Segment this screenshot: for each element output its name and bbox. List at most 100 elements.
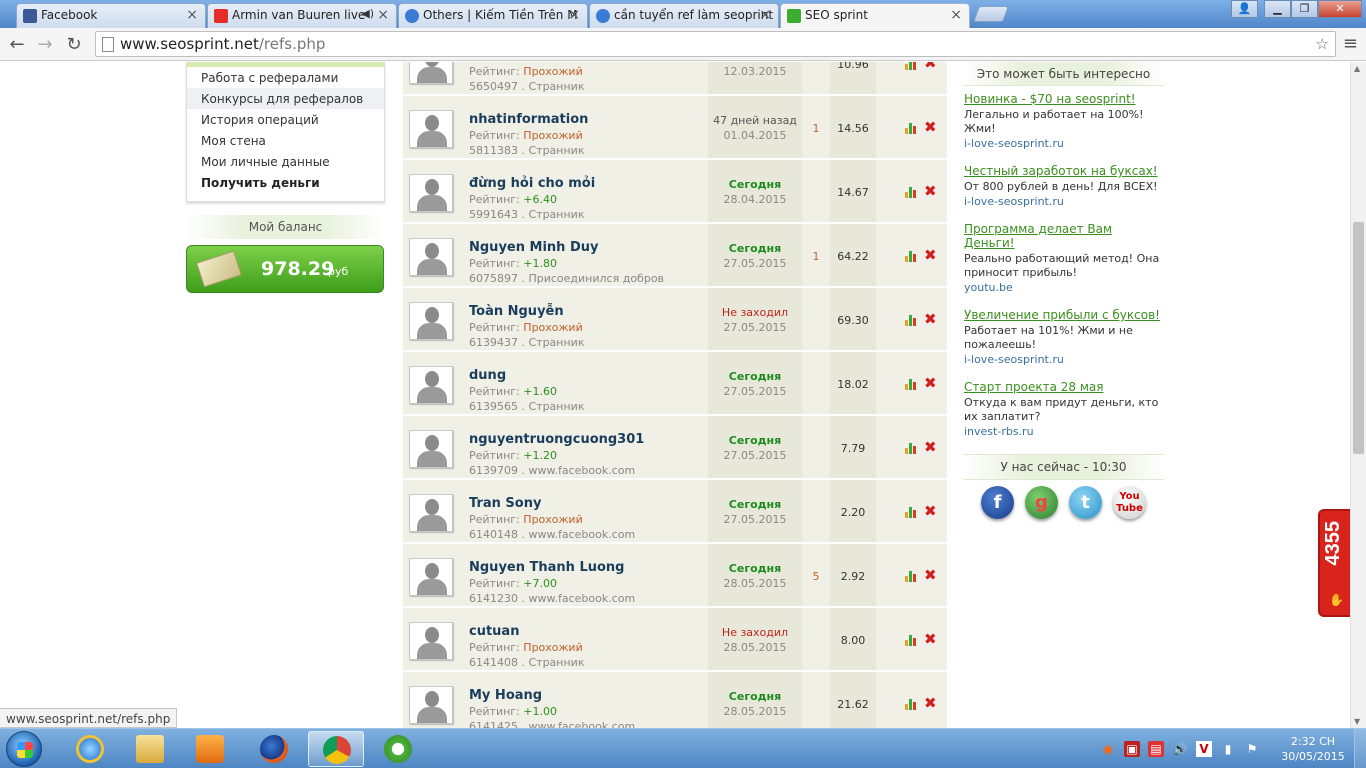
avatar[interactable] (409, 430, 453, 468)
tab-youtube[interactable]: Armin van Buuren live ◀) × (207, 3, 397, 28)
show-desktop-button[interactable] (1354, 729, 1366, 768)
ad-link[interactable]: Старт проекта 28 мая (964, 380, 1163, 394)
tab-facebook[interactable]: Facebook × (16, 3, 206, 28)
referral-name[interactable]: Toàn Nguyễn (469, 304, 564, 319)
delete-icon[interactable]: ✖ (924, 118, 937, 136)
referral-name[interactable]: dung (469, 368, 506, 383)
new-tab-button[interactable] (973, 6, 1009, 22)
avatar[interactable] (409, 110, 453, 148)
bar-chart-icon[interactable] (905, 379, 918, 390)
forward-icon[interactable]: → (34, 34, 56, 55)
tab-can-tuyen[interactable]: cần tuyển ref làm seoprint × (589, 3, 779, 28)
tray-record-icon[interactable]: ▤ (1148, 741, 1164, 757)
delete-icon[interactable]: ✖ (924, 630, 937, 648)
tray-v-icon[interactable]: V (1196, 741, 1212, 757)
taskbar-media[interactable] (182, 731, 238, 767)
ad-url[interactable]: invest-rbs.ru (964, 425, 1163, 438)
taskbar-explorer[interactable] (122, 731, 178, 767)
ad-url[interactable]: i-love-seosprint.ru (964, 195, 1163, 208)
side-counter-badge[interactable]: 4355 ✋ (1318, 509, 1350, 617)
referral-name[interactable]: cutuan (469, 624, 519, 639)
referral-name[interactable]: Tran Sony (469, 496, 541, 511)
ad-url[interactable]: i-love-seosprint.ru (964, 353, 1163, 366)
avatar[interactable] (409, 558, 453, 596)
avatar[interactable] (409, 62, 453, 84)
menu-item-referral-work[interactable]: Работа с рефералами (187, 67, 384, 88)
ad-link[interactable]: Честный заработок на буксах! (964, 164, 1163, 178)
referral-name[interactable]: My Hoang (469, 688, 542, 703)
ad-link[interactable]: Новинка - $70 на seosprint! (964, 92, 1163, 106)
bar-chart-icon[interactable] (905, 699, 918, 710)
bar-chart-icon[interactable] (905, 315, 918, 326)
tab-seosprint[interactable]: SEO sprint × (780, 3, 970, 28)
bar-chart-icon[interactable] (905, 635, 918, 646)
balance-button[interactable]: 978.29 руб (186, 245, 384, 293)
facebook-icon[interactable]: f (981, 486, 1014, 519)
bar-chart-icon[interactable] (905, 62, 918, 70)
delete-icon[interactable]: ✖ (924, 182, 937, 200)
taskbar-coccoc[interactable] (370, 731, 426, 767)
volume-icon[interactable]: 🔊 (1172, 741, 1188, 757)
google-plus-icon[interactable]: g (1025, 486, 1058, 519)
close-icon[interactable]: × (950, 7, 962, 23)
delete-icon[interactable]: ✖ (924, 246, 937, 264)
start-button[interactable] (6, 731, 42, 767)
taskbar-chrome[interactable] (308, 731, 364, 767)
scroll-up-icon[interactable]: ▲ (1354, 64, 1360, 73)
referral-name[interactable]: Nguyen Thanh Luong (469, 560, 624, 575)
menu-item-personal-data[interactable]: Мои личные данные (187, 151, 384, 172)
bar-chart-icon[interactable] (905, 507, 918, 518)
delete-icon[interactable]: ✖ (924, 374, 937, 392)
bar-chart-icon[interactable] (905, 571, 918, 582)
avatar[interactable] (409, 366, 453, 404)
bar-chart-icon[interactable] (905, 443, 918, 454)
avatar[interactable] (409, 238, 453, 276)
youtube-icon[interactable]: You Tube (1113, 486, 1146, 519)
delete-icon[interactable]: ✖ (924, 502, 937, 520)
ad-url[interactable]: youtu.be (964, 281, 1163, 294)
restore-button[interactable]: ❐ (1291, 0, 1318, 18)
reload-icon[interactable]: ↻ (63, 34, 85, 55)
close-icon[interactable]: × (186, 7, 198, 23)
delete-icon[interactable]: ✖ (924, 310, 937, 328)
clock[interactable]: 2:32 CH 30/05/2015 (1280, 734, 1346, 764)
ad-url[interactable]: i-love-seosprint.ru (964, 137, 1163, 150)
user-icon[interactable]: 👤 (1231, 0, 1258, 18)
network-icon[interactable]: ▮ (1220, 741, 1236, 757)
minimize-button[interactable]: ▁ (1264, 0, 1291, 18)
bar-chart-icon[interactable] (905, 187, 918, 198)
ad-link[interactable]: Программа делает Вам Деньги! (964, 222, 1163, 250)
delete-icon[interactable]: ✖ (924, 566, 937, 584)
scroll-down-icon[interactable]: ▼ (1354, 717, 1360, 726)
avatar[interactable] (409, 686, 453, 724)
tab-others[interactable]: Others | Kiếm Tiền Trên M × (398, 3, 588, 28)
close-icon[interactable]: × (568, 7, 580, 23)
delete-icon[interactable]: ✖ (924, 62, 937, 72)
back-icon[interactable]: ← (6, 34, 28, 55)
delete-icon[interactable]: ✖ (924, 438, 937, 456)
address-bar[interactable]: www.seosprint.net/refs.php ☆ (95, 31, 1336, 57)
close-icon[interactable]: × (759, 7, 771, 23)
taskbar-ie[interactable] (62, 731, 118, 767)
delete-icon[interactable]: ✖ (924, 694, 937, 712)
tray-app-icon[interactable]: ◉ (1100, 741, 1116, 757)
referral-name[interactable]: Nguyen Minh Duy (469, 240, 598, 255)
menu-item-history[interactable]: История операций (187, 109, 384, 130)
window-close-button[interactable]: ✕ (1318, 0, 1362, 18)
menu-item-wall[interactable]: Моя стена (187, 130, 384, 151)
bar-chart-icon[interactable] (905, 251, 918, 262)
referral-name[interactable]: nguyentruongcuong301 (469, 432, 644, 447)
avatar[interactable] (409, 174, 453, 212)
referral-name[interactable]: nhatinformation (469, 112, 588, 127)
referral-name[interactable]: đừng hỏi cho mỏi (469, 176, 595, 191)
star-icon[interactable]: ☆ (1316, 35, 1329, 53)
page-scrollbar[interactable]: ▲ ▼ (1350, 62, 1366, 728)
taskbar-firefox[interactable] (246, 731, 302, 767)
close-icon[interactable]: × (377, 7, 389, 23)
flag-icon[interactable]: ⚑ (1244, 741, 1260, 757)
avatar[interactable] (409, 494, 453, 532)
avatar[interactable] (409, 302, 453, 340)
tray-monitor-icon[interactable]: ▣ (1124, 741, 1140, 757)
ad-link[interactable]: Увеличение прибыли с буксов! (964, 308, 1163, 322)
twitter-icon[interactable]: t (1069, 486, 1102, 519)
